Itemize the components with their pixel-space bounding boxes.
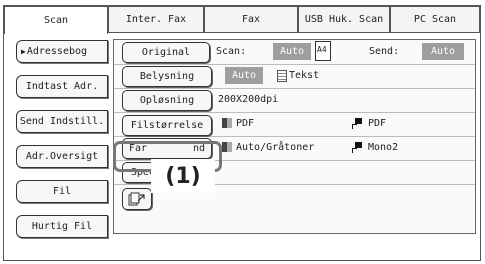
sidebar-item-label: Send Indstill.	[19, 116, 105, 127]
resolution-row: Opløsning 200X200dpi	[114, 88, 475, 113]
exposure-button[interactable]: Belysning	[122, 66, 212, 87]
sidebar-item-send-settings[interactable]: Send Indstill.	[16, 110, 108, 133]
tab-usb-scan[interactable]: USB Huk. Scan	[298, 6, 390, 32]
exposure-mode-indicator: Auto	[225, 67, 263, 84]
paper-size-label: A4	[317, 45, 327, 54]
sidebar-item-enter-address[interactable]: Indtast Adr.	[16, 75, 108, 98]
file-format-button[interactable]: Filstørrelse	[122, 115, 212, 136]
sidebar-item-quick-file[interactable]: Hurtig Fil	[16, 215, 108, 238]
mono-mode-value: Mono2	[368, 142, 399, 153]
sidebar-item-address-review[interactable]: Adr.Oversigt	[16, 145, 108, 168]
sidebar-item-label: Adressebog	[26, 46, 88, 57]
mode-tabs: Scan Inter. Fax Fax USB Huk. Scan PC Sca…	[4, 6, 480, 34]
document-icon: A4	[315, 41, 331, 61]
tab-scan[interactable]: Scan	[4, 6, 108, 34]
sidebar-item-label: Fil	[52, 186, 72, 197]
exposure-type: Tekst	[289, 70, 320, 81]
sidebar-item-file[interactable]: Fil	[16, 180, 108, 203]
step-callout: (1)	[151, 159, 215, 193]
tab-internet-fax[interactable]: Inter. Fax	[108, 6, 204, 32]
settings-panel: Original Scan: Auto A4 Send: Auto Belysn…	[113, 39, 476, 234]
sidebar-item-label: Indtast Adr.	[25, 81, 99, 92]
tab-fax[interactable]: Fax	[204, 6, 298, 32]
external-link-icon[interactable]	[122, 188, 152, 210]
color-mode-icon	[222, 118, 232, 128]
copy-arrow-icon	[128, 192, 145, 206]
color-file-format: PDF	[236, 118, 255, 129]
scan-mode-indicator: Auto	[273, 43, 311, 60]
send-label: Send:	[369, 46, 400, 57]
send-mode-indicator: Auto	[422, 43, 464, 60]
arrow-right-icon: ▶	[21, 47, 26, 56]
sidebar-item-label: Hurtig Fil	[31, 221, 93, 232]
resolution-value: 200X200dpi	[218, 94, 279, 105]
exposure-row: Belysning Auto Tekst	[114, 64, 475, 89]
sidebar-item-address-book[interactable]: ▶ Adressebog	[16, 40, 108, 63]
sidebar-item-label: Adr.Oversigt	[25, 151, 99, 162]
tab-pc-scan[interactable]: PC Scan	[390, 6, 480, 32]
text-document-icon	[277, 70, 287, 82]
color-mode-value: Auto/Gråtoner	[236, 142, 315, 153]
mono-mode-icon	[352, 142, 362, 153]
resolution-button[interactable]: Opløsning	[122, 90, 212, 111]
mono-mode-icon	[352, 118, 362, 129]
original-row: Original Scan: Auto A4 Send: Auto	[114, 40, 475, 65]
color-mode-icon	[222, 142, 232, 152]
file-format-row: Filstørrelse PDF PDF	[114, 112, 475, 137]
scan-label: Scan:	[216, 46, 247, 57]
mono-file-format: PDF	[368, 118, 387, 129]
original-button[interactable]: Original	[122, 42, 210, 63]
